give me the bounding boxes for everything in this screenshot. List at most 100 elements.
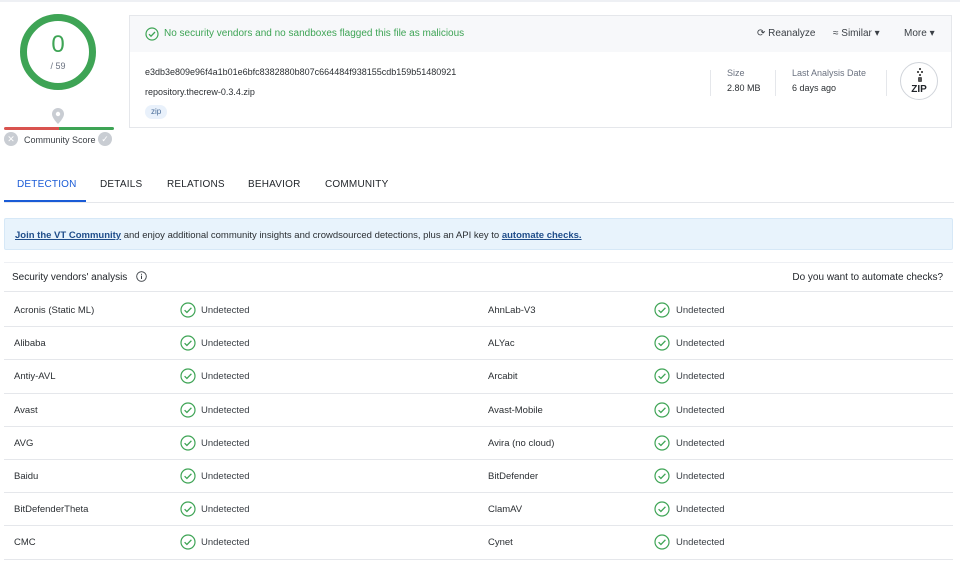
vendor-row: BitDefenderTheta Undetected ClamAV Undetect…: [4, 493, 953, 527]
check-circle-icon: [180, 368, 196, 384]
top-border: [0, 0, 960, 2]
zip-label: ZIP: [911, 84, 927, 95]
tab-relations[interactable]: RELATIONS: [167, 179, 225, 190]
vendor-row: Antiy-AVL Undetected Arcabit Undetected: [4, 360, 953, 394]
vote-harmless-button[interactable]: ✓: [98, 132, 112, 146]
vendor-name: ClamAV: [488, 504, 523, 516]
vendor-name: AVG: [14, 437, 34, 449]
vendor-result: Undetected: [676, 404, 725, 416]
score-value: 0: [51, 31, 65, 58]
vote-harmful-button[interactable]: ✕: [4, 132, 18, 146]
verdict-message: No security vendors and no sandboxes fla…: [164, 28, 465, 39]
vendor-name: Baidu: [14, 470, 39, 482]
check-circle-icon: [180, 534, 196, 550]
vendors-title: Security vendors' analysis: [12, 272, 128, 283]
file-tag[interactable]: zip: [145, 105, 168, 119]
check-circle-icon: [180, 302, 196, 318]
automate-checks-link[interactable]: automate checks.: [502, 230, 582, 241]
reanalyze-button[interactable]: ⟳ Reanalyze: [757, 28, 815, 39]
vendor-result: Undetected: [676, 437, 725, 449]
divider: [710, 70, 711, 96]
active-tab-indicator: [4, 200, 86, 202]
community-promo-banner: Join the VT Community and enjoy addition…: [4, 218, 953, 250]
vendor-result: Undetected: [201, 504, 250, 516]
vendor-row: Avast Undetected Avast-Mobile Undetected: [4, 394, 953, 427]
similar-dropdown[interactable]: ≈ Similar ▾: [833, 28, 880, 39]
vendor-name: Avast: [14, 404, 38, 416]
verdict-banner: No security vendors and no sandboxes fla…: [130, 16, 951, 52]
check-circle-icon: [145, 27, 159, 41]
more-label: More: [904, 28, 927, 39]
check-circle-icon: [180, 435, 196, 451]
check-circle-icon: [654, 534, 670, 550]
divider: [775, 70, 776, 96]
score-ring: 0 / 59: [20, 14, 96, 90]
tab-behavior[interactable]: BEHAVIOR: [248, 179, 301, 190]
check-circle-icon: [180, 468, 196, 484]
info-icon[interactable]: [136, 271, 147, 282]
map-pin-icon: [52, 108, 64, 124]
file-name: repository.thecrew-0.3.4.zip: [145, 87, 255, 97]
detection-score-widget: 0 / 59 ✕ Community Score ✓: [4, 8, 116, 148]
file-hash[interactable]: e3db3e809e96f4a1b01e6bfc8382880b807c6644…: [145, 67, 456, 77]
vendor-result: Undetected: [676, 504, 725, 516]
vendor-name: ALYac: [488, 338, 515, 350]
vendor-result: Undetected: [676, 371, 725, 383]
vendors-table: Acronis (Static ML) Undetected AhnLab-V3 Un…: [4, 294, 953, 560]
vendor-name: BitDefenderTheta: [14, 504, 89, 516]
tab-community[interactable]: COMMUNITY: [325, 179, 388, 190]
vendor-result: Undetected: [201, 404, 250, 416]
vendor-name: Avira (no cloud): [488, 437, 555, 449]
score-total: / 59: [50, 61, 66, 71]
last-analysis-value: 6 days ago: [792, 83, 837, 93]
tab-detection[interactable]: DETECTION: [17, 179, 77, 190]
vendor-name: Alibaba: [14, 338, 46, 350]
check-circle-icon: [654, 401, 670, 418]
vendor-name: CMC: [14, 537, 36, 549]
check-circle-icon: [654, 435, 670, 451]
vendor-result: Undetected: [676, 470, 725, 482]
community-score-label: Community Score: [24, 135, 96, 145]
more-dropdown[interactable]: More ▾: [904, 28, 935, 39]
check-circle-icon: [654, 335, 670, 351]
vendor-result: Undetected: [201, 371, 250, 383]
vendor-result: Undetected: [676, 305, 725, 316]
vendor-row: AVG Undetected Avira (no cloud) Undetected: [4, 427, 953, 460]
size-value: 2.80 MB: [727, 83, 761, 93]
join-community-link[interactable]: Join the VT Community: [15, 230, 121, 241]
vendor-result: Undetected: [201, 437, 250, 449]
check-circle-icon: [654, 468, 670, 484]
vendor-result: Undetected: [201, 305, 250, 316]
check-circle-icon: [654, 501, 670, 517]
reanalyze-label: Reanalyze: [768, 28, 816, 39]
vendor-name: Antiy-AVL: [14, 371, 56, 383]
vendors-header: Security vendors' analysis Do you want t…: [4, 262, 953, 292]
check-circle-icon: [654, 302, 670, 318]
promo-text: and enjoy additional community insights …: [121, 230, 502, 241]
vendor-row: Alibaba Undetected ALYac Undetected: [4, 327, 953, 361]
size-label: Size: [727, 68, 745, 78]
zipper-icon: [917, 68, 923, 82]
vendor-result: Undetected: [201, 470, 250, 482]
community-score-bar: [4, 127, 114, 130]
vendor-name: Cynet: [488, 537, 513, 549]
similar-icon: ≈: [833, 28, 839, 39]
file-info-card: No security vendors and no sandboxes fla…: [129, 15, 952, 128]
vendor-name: Avast-Mobile: [488, 404, 543, 416]
vendor-name: Arcabit: [488, 371, 518, 383]
vendor-row: Acronis (Static ML) Undetected AhnLab-V3 Un…: [4, 294, 953, 328]
check-circle-icon: [180, 335, 196, 351]
tab-details[interactable]: DETAILS: [100, 179, 142, 190]
caret-down-icon: ▾: [929, 28, 935, 39]
vendor-result: Undetected: [201, 537, 250, 549]
check-circle-icon: [180, 501, 196, 517]
vendor-name: Acronis (Static ML): [14, 305, 95, 316]
refresh-icon: ⟳: [757, 28, 766, 39]
vendor-row: Baidu Undetected BitDefender Undetected: [4, 460, 953, 494]
vendor-row: CMC Undetected Cynet Undetected: [4, 526, 953, 560]
vendor-name: BitDefender: [488, 470, 539, 482]
analysis-tabs: DETECTION DETAILS RELATIONS BEHAVIOR COM…: [4, 170, 954, 203]
vendor-result: Undetected: [201, 338, 250, 350]
automate-checks-prompt[interactable]: Do you want to automate checks?: [792, 272, 943, 283]
similar-label: Similar: [841, 28, 872, 39]
